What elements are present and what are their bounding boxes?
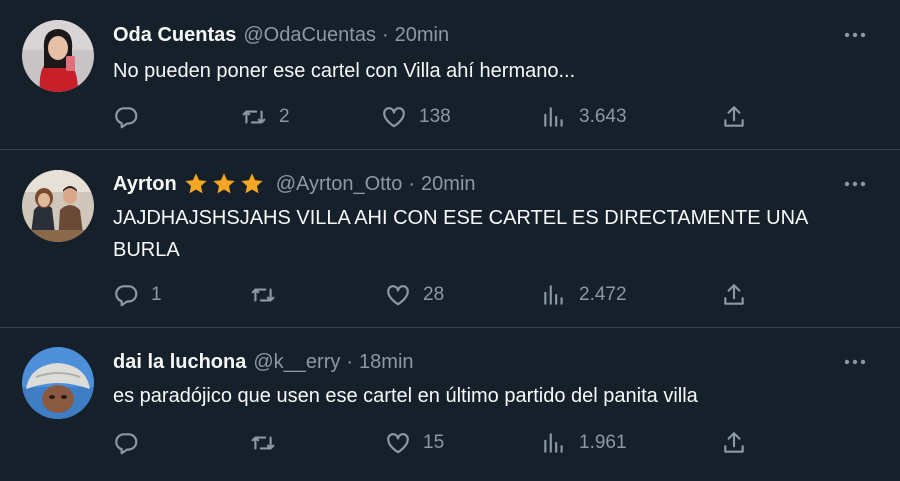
timestamp[interactable]: 20min	[421, 173, 475, 196]
views-button[interactable]: 3.643	[541, 102, 627, 132]
tweet-header: Oda Cuentas @OdaCuentas · 20min	[113, 22, 449, 48]
more-icon	[844, 181, 866, 187]
views-count: 1.961	[579, 432, 627, 453]
more-button[interactable]	[840, 352, 870, 372]
reply-button[interactable]	[113, 102, 151, 132]
share-button[interactable]	[721, 102, 747, 132]
reply-button[interactable]	[113, 428, 151, 458]
star-icon	[213, 173, 235, 194]
tweet-header: Ayrton @Ayrton_Otto · 20min	[113, 171, 476, 197]
retweet-icon	[251, 288, 275, 302]
user-handle[interactable]: @k__erry	[253, 351, 340, 374]
reply-count: 1	[151, 284, 162, 305]
reply-icon	[115, 285, 138, 307]
retweet-button[interactable]	[250, 428, 288, 458]
user-name[interactable]: Oda Cuentas	[113, 24, 236, 47]
retweet-icon	[242, 110, 266, 124]
user-name[interactable]: dai la luchona	[113, 351, 246, 374]
share-button[interactable]	[721, 428, 747, 458]
views-button[interactable]: 1.961	[541, 428, 627, 458]
verified-stars	[183, 171, 267, 197]
tweet-text: JAJDHAJSHSJAHS VILLA AHI CON ESE CARTEL …	[113, 207, 808, 261]
retweet-button[interactable]: 2	[241, 102, 290, 132]
tweet[interactable]: dai la luchona @k__erry · 18min es parad…	[0, 328, 900, 481]
views-button[interactable]: 2.472	[541, 280, 627, 310]
views-icon	[544, 433, 563, 453]
like-button[interactable]: 138	[381, 102, 451, 132]
more-icon	[844, 32, 866, 38]
reply-button[interactable]: 1	[113, 280, 162, 310]
views-count: 2.472	[579, 284, 627, 305]
retweet-icon	[251, 436, 275, 450]
like-icon	[387, 433, 409, 454]
tweet-text: No pueden poner ese cartel con Villa ahí…	[113, 60, 576, 82]
timestamp[interactable]: 20min	[395, 24, 449, 47]
like-count: 138	[419, 106, 451, 127]
like-button[interactable]: 15	[385, 428, 444, 458]
more-icon	[844, 359, 866, 365]
star-icon	[241, 173, 263, 194]
tweet[interactable]: Ayrton @Ayrton_Otto · 20min JAJDHAJSHSJA…	[0, 150, 900, 328]
share-icon	[724, 106, 744, 127]
timestamp[interactable]: 18min	[359, 351, 413, 374]
like-count: 15	[423, 432, 445, 453]
separator: ·	[408, 172, 416, 195]
reply-icon	[115, 107, 138, 129]
reply-icon	[115, 433, 138, 455]
tweet[interactable]: Oda Cuentas @OdaCuentas · 20min No puede…	[0, 0, 900, 150]
user-name[interactable]: Ayrton	[113, 173, 177, 196]
views-icon	[544, 107, 563, 127]
like-icon	[387, 285, 409, 306]
like-icon	[383, 107, 405, 128]
retweet-count: 2	[279, 106, 290, 127]
couple-photo-avatar-image	[22, 170, 94, 242]
avatar[interactable]	[22, 347, 94, 419]
tweet-text: es paradójico que usen ese cartel en últ…	[113, 385, 698, 407]
woman-red-jacket-avatar-image	[22, 20, 94, 92]
avatar[interactable]	[22, 170, 94, 242]
views-icon	[544, 285, 563, 305]
user-handle[interactable]: @OdaCuentas	[243, 24, 376, 47]
retweet-button[interactable]	[250, 280, 288, 310]
share-button[interactable]	[721, 280, 747, 310]
star-icon	[185, 173, 207, 194]
like-button[interactable]: 28	[385, 280, 444, 310]
more-button[interactable]	[840, 25, 870, 45]
separator: ·	[381, 23, 389, 46]
person-bucket-hat-avatar-image	[22, 347, 94, 419]
share-icon	[724, 432, 744, 453]
share-icon	[724, 284, 744, 305]
like-count: 28	[423, 284, 445, 305]
user-handle[interactable]: @Ayrton_Otto	[276, 173, 403, 196]
more-button[interactable]	[840, 174, 870, 194]
separator: ·	[346, 350, 354, 373]
tweet-header: dai la luchona @k__erry · 18min	[113, 349, 414, 375]
views-count: 3.643	[579, 106, 627, 127]
avatar[interactable]	[22, 20, 94, 92]
